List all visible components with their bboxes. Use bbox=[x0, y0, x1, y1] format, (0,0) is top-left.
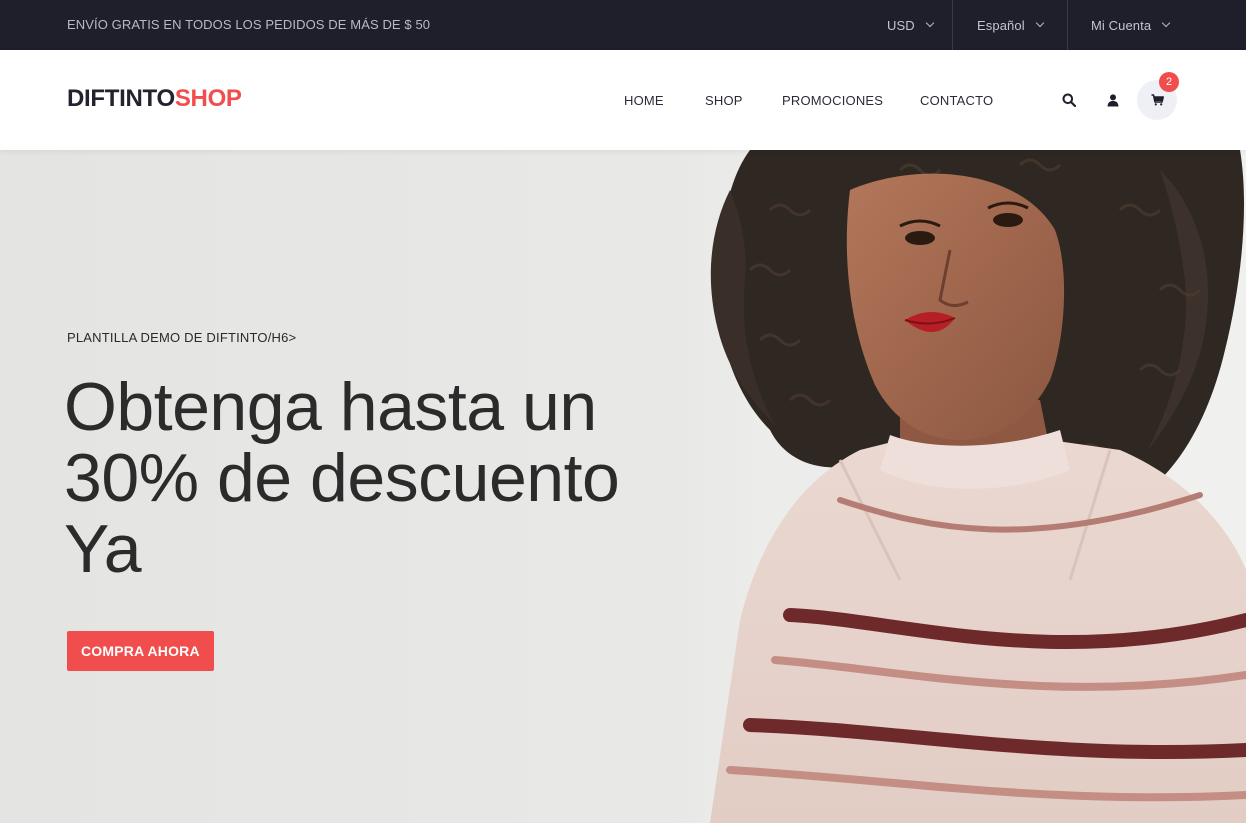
language-selector[interactable]: Español bbox=[977, 0, 1044, 50]
account-selector[interactable]: Mi Cuenta bbox=[1091, 0, 1171, 50]
nav-home[interactable]: HOME bbox=[624, 93, 664, 108]
chevron-down-icon bbox=[925, 18, 934, 28]
logo-text-accent: SHOP bbox=[174, 85, 242, 112]
shop-now-button[interactable]: COMPRA AHORA bbox=[67, 631, 214, 671]
main-header: DIFTINTOSHOP HOME SHOP PROMOCIONES CONTA… bbox=[0, 50, 1246, 150]
logo-text-main: DIFTINTO bbox=[67, 85, 175, 112]
hero-headline-line: Ya bbox=[64, 511, 142, 587]
hero-headline-line: Obtenga hasta un bbox=[64, 369, 597, 445]
site-logo[interactable]: DIFTINTOSHOP bbox=[67, 85, 242, 113]
nav-contacto[interactable]: CONTACTO bbox=[920, 93, 993, 108]
account-label: Mi Cuenta bbox=[1091, 17, 1152, 33]
cart-icon bbox=[1151, 94, 1164, 106]
currency-selector[interactable]: USD bbox=[887, 0, 934, 50]
user-icon[interactable] bbox=[1102, 89, 1124, 111]
top-bar: ENVÍO GRATIS EN TODOS LOS PEDIDOS DE MÁS… bbox=[0, 0, 1246, 50]
hero-banner: PLANTILLA DEMO DE DIFTINTO/H6> Obtenga h… bbox=[0, 150, 1246, 823]
chevron-down-icon bbox=[1035, 18, 1044, 28]
nav-shop[interactable]: SHOP bbox=[705, 93, 743, 108]
hero-headline-line: 30% de descuento bbox=[64, 440, 620, 516]
cart-count-badge: 2 bbox=[1159, 72, 1179, 92]
chevron-down-icon bbox=[1161, 18, 1171, 28]
search-icon[interactable] bbox=[1058, 89, 1080, 111]
currency-label: USD bbox=[887, 17, 915, 33]
divider bbox=[1067, 0, 1068, 50]
hero-headline: Obtenga hasta un 30% de descuento Ya bbox=[64, 372, 764, 585]
hero-pretitle: PLANTILLA DEMO DE DIFTINTO/H6> bbox=[67, 330, 297, 345]
divider bbox=[952, 0, 953, 50]
language-label: Español bbox=[977, 17, 1025, 33]
nav-promociones[interactable]: PROMOCIONES bbox=[782, 93, 883, 108]
free-shipping-notice: ENVÍO GRATIS EN TODOS LOS PEDIDOS DE MÁS… bbox=[67, 17, 431, 32]
